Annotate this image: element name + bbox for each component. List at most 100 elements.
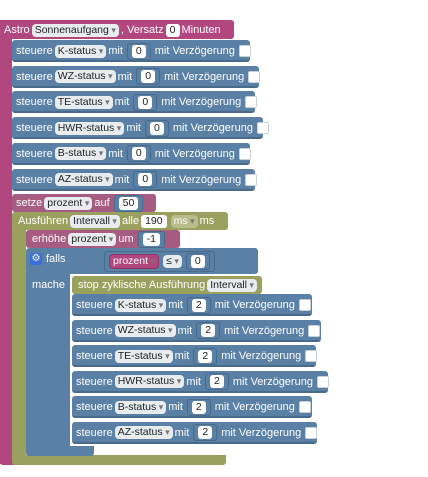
checkbox-icon[interactable] [245, 96, 258, 109]
steuere-value-input[interactable]: 2 [191, 400, 206, 414]
checkbox-icon[interactable] [298, 401, 311, 413]
steuere-block[interactable]: steuereK-statusmit 0 mit Verzögerung [12, 40, 251, 62]
steuere-device-dropdown[interactable]: HWR-status [114, 375, 185, 388]
erhoehe-value-socket: -1 [137, 230, 165, 248]
steuere-mit-label: mit [114, 173, 130, 186]
steuere-value-socket: 0 [145, 119, 169, 137]
ausfuehren-block-header[interactable]: Ausführen Intervall alle 190 ms ms [12, 212, 228, 230]
steuere-label: steuere [76, 426, 113, 439]
steuere-mit-label: mit [108, 45, 123, 57]
steuere-value-input[interactable]: 0 [131, 147, 146, 161]
steuere-value-input[interactable]: 2 [198, 349, 213, 363]
checkbox-icon[interactable] [245, 173, 258, 186]
steuere-block[interactable]: steuereHWR-statusmit 0 mit Verzögerung [12, 117, 269, 140]
stop-variable-dropdown[interactable]: Intervall [207, 278, 257, 292]
steuere-mit-label: mit [117, 70, 133, 83]
setze-variable-dropdown[interactable]: prozent [44, 196, 93, 210]
falls-variable-dropdown[interactable]: prozent [109, 254, 160, 269]
erhoehe-block[interactable]: erhöhe prozent um -1 [26, 230, 180, 248]
astro-label: Astro [4, 24, 30, 36]
steuere-block[interactable]: steuereB-statusmit 2 mit Verzögerung [72, 396, 312, 418]
ausfuehren-unit-dropdown[interactable]: ms [170, 214, 198, 228]
steuere-value-socket: 2 [186, 296, 211, 314]
checkbox-icon[interactable] [256, 122, 269, 135]
steuere-value-input[interactable]: 0 [131, 44, 146, 58]
falls-condition-socket: prozent ≤ 0 [104, 251, 215, 272]
steuere-value-socket: 2 [186, 398, 211, 416]
astro-versatz-input[interactable]: 0 [165, 23, 180, 37]
steuere-block[interactable]: steuereHWR-statusmit 2 mit Verzögerung [72, 370, 329, 393]
gear-icon[interactable]: ⚙ [30, 253, 42, 265]
steuere-label: steuere [16, 70, 53, 83]
steuere-value-socket: 0 [126, 42, 151, 60]
astro-versatz-label: , Versatz [120, 24, 164, 36]
steuere-device-dropdown[interactable]: TE-status [114, 349, 173, 363]
steuere-block[interactable]: steuereTE-statusmit 2 mit Verzögerung [72, 345, 318, 367]
checkbox-icon[interactable] [316, 375, 329, 388]
checkbox-icon[interactable] [248, 70, 261, 83]
falls-block-header[interactable]: ⚙ falls prozent ≤ 0 [26, 248, 258, 274]
astro-block-header[interactable]: Astro Sonnenaufgang , Versatz 0 Minuten [0, 20, 234, 39]
astro-event-dropdown[interactable]: Sonnenaufgang [31, 23, 119, 37]
steuere-device-dropdown[interactable]: AZ-status [54, 173, 113, 186]
steuere-block[interactable]: steuereTE-statusmit 0 mit Verzögerung [12, 91, 258, 114]
steuere-value-input[interactable]: 2 [198, 426, 213, 439]
steuere-device-dropdown[interactable]: HWR-status [54, 121, 125, 135]
setze-block[interactable]: setze prozent auf 50 [12, 194, 156, 212]
steuere-block[interactable]: steuereAZ-statusmit 0 mit Verzögerung [12, 168, 258, 191]
checkbox-icon[interactable] [308, 324, 321, 337]
steuere-value-input[interactable]: 2 [201, 324, 216, 337]
steuere-value-input[interactable]: 2 [210, 375, 224, 388]
steuere-block[interactable]: steuereB-statusmit 0 mit Verzögerung [12, 142, 251, 165]
ausfuehren-block-body[interactable] [12, 228, 26, 456]
astro-block-body[interactable] [0, 20, 12, 464]
ausfuehren-variable-dropdown[interactable]: Intervall [70, 214, 120, 228]
falls-label: falls [46, 253, 66, 265]
setze-value-input[interactable]: 50 [118, 196, 139, 210]
steuere-device-dropdown[interactable]: K-status [114, 298, 167, 312]
steuere-value-input[interactable]: 0 [138, 173, 153, 186]
checkbox-icon[interactable] [298, 299, 311, 311]
erhoehe-value-input[interactable]: -1 [142, 232, 160, 246]
steuere-label: steuere [76, 324, 113, 337]
steuere-verzoegerung-label: mit Verzögerung [221, 426, 302, 439]
ausfuehren-alle-label: alle [121, 215, 140, 227]
steuere-device-dropdown[interactable]: K-status [54, 44, 107, 58]
stop-block[interactable]: stop zyklische Ausführung Intervall [72, 276, 262, 294]
falls-block-body[interactable]: mache [26, 272, 70, 448]
falls-operator-dropdown[interactable]: ≤ [163, 255, 182, 268]
steuere-device-dropdown[interactable]: B-status [114, 400, 167, 414]
steuere-mit-label: mit [174, 426, 190, 439]
steuere-block[interactable]: steuereWZ-statusmit 0 mit Verzögerung [12, 65, 261, 88]
erhoehe-um-label: um [118, 233, 134, 245]
steuere-mit-label: mit [114, 96, 130, 109]
steuere-value-input[interactable]: 0 [138, 95, 153, 109]
erhoehe-variable-dropdown[interactable]: prozent [68, 232, 117, 246]
steuere-value-socket: 2 [193, 424, 218, 441]
falls-block-footer[interactable] [26, 446, 94, 456]
falls-compare-input[interactable]: 0 [190, 255, 205, 268]
steuere-value-input[interactable]: 2 [191, 298, 206, 312]
checkbox-icon[interactable] [305, 426, 318, 439]
steuere-block[interactable]: steuereK-statusmit 2 mit Verzögerung [72, 294, 312, 316]
steuere-verzoegerung-label: mit Verzögerung [161, 173, 242, 186]
erhoehe-label: erhöhe [32, 233, 67, 245]
steuere-device-dropdown[interactable]: AZ-status [114, 426, 173, 439]
steuere-mit-label: mit [168, 401, 183, 413]
checkbox-icon[interactable] [305, 350, 318, 362]
steuere-device-dropdown[interactable]: WZ-status [114, 324, 176, 337]
steuere-device-dropdown[interactable]: B-status [54, 147, 107, 161]
setze-auf-label: auf [94, 197, 110, 209]
checkbox-icon[interactable] [238, 147, 251, 160]
steuere-value-input[interactable]: 0 [150, 121, 164, 135]
steuere-device-dropdown[interactable]: TE-status [54, 95, 113, 109]
ausfuehren-interval-input[interactable]: 190 [141, 214, 167, 228]
checkbox-icon[interactable] [238, 45, 251, 57]
steuere-block[interactable]: steuereWZ-statusmit 2 mit Verzögerung [72, 319, 321, 342]
steuere-value-socket: 0 [126, 145, 151, 163]
steuere-device-dropdown[interactable]: WZ-status [54, 70, 116, 84]
steuere-value-input[interactable]: 0 [141, 70, 156, 84]
steuere-value-socket: 2 [193, 347, 218, 365]
steuere-block[interactable]: steuereAZ-statusmit 2 mit Verzögerung [72, 421, 318, 444]
ausfuehren-block-footer[interactable] [12, 455, 226, 465]
